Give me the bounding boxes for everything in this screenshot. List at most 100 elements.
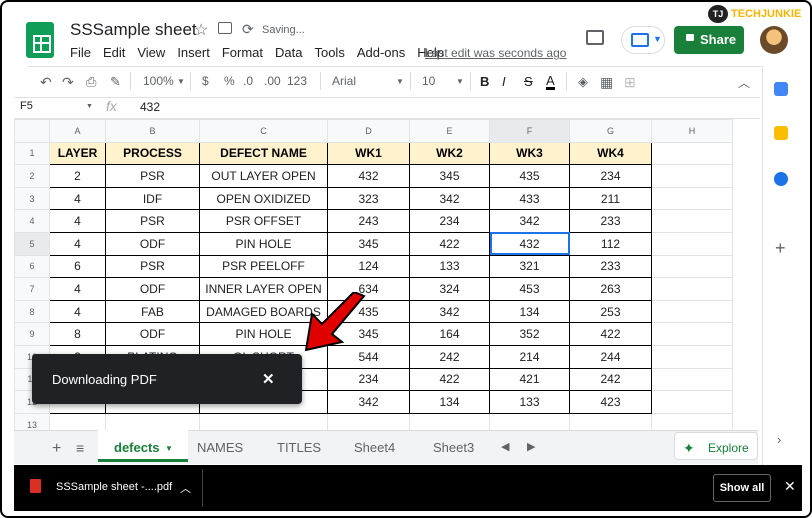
menu-format[interactable]: Format [222,45,263,60]
cell[interactable]: 243 [327,209,410,233]
decrease-decimal-button[interactable]: .0 [243,74,253,88]
close-download-bar-icon[interactable]: ✕ [784,478,796,495]
menu-addons[interactable]: Add-ons [357,45,405,60]
cell[interactable]: 242 [409,344,490,369]
cell[interactable]: 6 [49,254,106,279]
present-button[interactable]: ▼ [621,26,665,54]
header-cell[interactable]: WK4 [569,141,652,166]
scroll-tabs-left-icon[interactable]: ◀ [501,440,509,453]
cell[interactable]: 124 [327,254,410,279]
show-all-button[interactable]: Show all [713,474,771,502]
chevron-down-icon[interactable]: ▼ [86,103,93,110]
chevron-down-icon[interactable]: ▼ [396,77,404,86]
row-header[interactable]: 7 [14,277,50,301]
cell[interactable]: 2 [49,164,106,188]
row-header[interactable]: 9 [14,322,50,346]
empty-cell[interactable] [651,277,733,301]
select-all-corner[interactable] [14,119,50,143]
cell[interactable]: OPEN OXIDIZED [199,186,328,211]
row-header[interactable]: 6 [14,254,50,279]
cell[interactable]: 164 [409,322,490,346]
formula-input[interactable]: 432 [140,100,160,114]
percent-button[interactable]: % [224,74,235,88]
cell[interactable]: 234 [409,209,490,233]
cell[interactable]: 233 [569,209,652,233]
cell[interactable]: 134 [489,299,570,324]
cell[interactable]: 422 [409,231,490,256]
cell[interactable]: PIN HOLE [199,231,328,256]
empty-cell[interactable] [651,412,733,430]
expand-panel-icon[interactable]: › [777,432,781,447]
cell[interactable]: 133 [489,390,570,414]
cell[interactable]: 342 [409,299,490,324]
row-header[interactable]: 5 [14,231,50,256]
cell[interactable]: 342 [489,209,570,233]
cell[interactable]: 422 [409,367,490,392]
cell[interactable]: 432 [489,231,570,256]
calendar-icon[interactable] [774,82,788,96]
cell[interactable]: 112 [569,231,652,256]
borders-icon[interactable]: ▦ [600,74,613,91]
cell[interactable]: 423 [569,390,652,414]
move-folder-icon[interactable] [218,22,232,34]
cell[interactable]: 4 [49,186,106,211]
column-header[interactable]: A [49,119,106,143]
cell[interactable]: 433 [489,186,570,211]
cell[interactable]: 352 [489,322,570,346]
collapse-toolbar-icon[interactable]: ︿ [738,74,750,91]
column-header[interactable]: E [409,119,490,143]
empty-cell[interactable] [651,322,733,346]
chevron-down-icon[interactable]: ▼ [165,444,173,453]
cell[interactable]: 234 [327,367,410,392]
cell[interactable]: 133 [409,254,490,279]
menu-edit[interactable]: Edit [103,45,125,60]
cell[interactable]: 233 [569,254,652,279]
empty-cell[interactable] [651,367,733,392]
italic-button[interactable]: I [502,74,506,89]
strikethrough-button[interactable]: S [524,74,533,89]
cell[interactable]: 234 [569,164,652,188]
header-cell[interactable]: WK2 [409,141,490,166]
cell[interactable]: 242 [569,367,652,392]
empty-cell[interactable] [651,254,733,279]
cell[interactable]: 432 [327,164,410,188]
cell[interactable]: 324 [409,277,490,301]
cell[interactable]: 214 [489,344,570,369]
cell[interactable]: FAB [105,299,200,324]
column-header[interactable]: F [489,119,570,143]
cell[interactable]: PSR PEELOFF [199,254,328,279]
column-header[interactable]: G [569,119,652,143]
row-header[interactable]: 13 [14,412,50,430]
menu-insert[interactable]: Insert [177,45,210,60]
tab-sheet4[interactable]: Sheet4 [354,440,395,455]
empty-cell[interactable] [105,412,200,430]
cell[interactable]: 453 [489,277,570,301]
cell[interactable]: 211 [569,186,652,211]
add-sheet-icon[interactable]: + [52,440,61,458]
keep-icon[interactable] [774,126,788,140]
empty-cell[interactable] [489,412,570,430]
close-toast-icon[interactable]: ✕ [262,370,275,388]
bold-button[interactable]: B [480,74,489,89]
cell[interactable]: 4 [49,231,106,256]
share-button[interactable]: Share [674,26,744,54]
print-icon[interactable]: ⎙ [86,74,96,90]
empty-cell[interactable] [651,344,733,369]
menu-view[interactable]: View [137,45,165,60]
cell[interactable]: 134 [409,390,490,414]
header-cell[interactable]: WK1 [327,141,410,166]
empty-cell[interactable] [651,299,733,324]
empty-cell[interactable] [49,412,106,430]
cell[interactable]: 422 [569,322,652,346]
cell[interactable]: PSR [105,254,200,279]
empty-cell[interactable] [409,412,490,430]
cell[interactable]: ODF [105,231,200,256]
cell[interactable]: 323 [327,186,410,211]
empty-cell[interactable] [651,186,733,211]
cell[interactable]: 263 [569,277,652,301]
menu-data[interactable]: Data [275,45,302,60]
empty-cell[interactable] [651,209,733,233]
font-select[interactable]: Arial [332,74,356,88]
merge-cells-icon[interactable]: ⊞ [624,74,636,91]
cell[interactable]: PSR OFFSET [199,209,328,233]
